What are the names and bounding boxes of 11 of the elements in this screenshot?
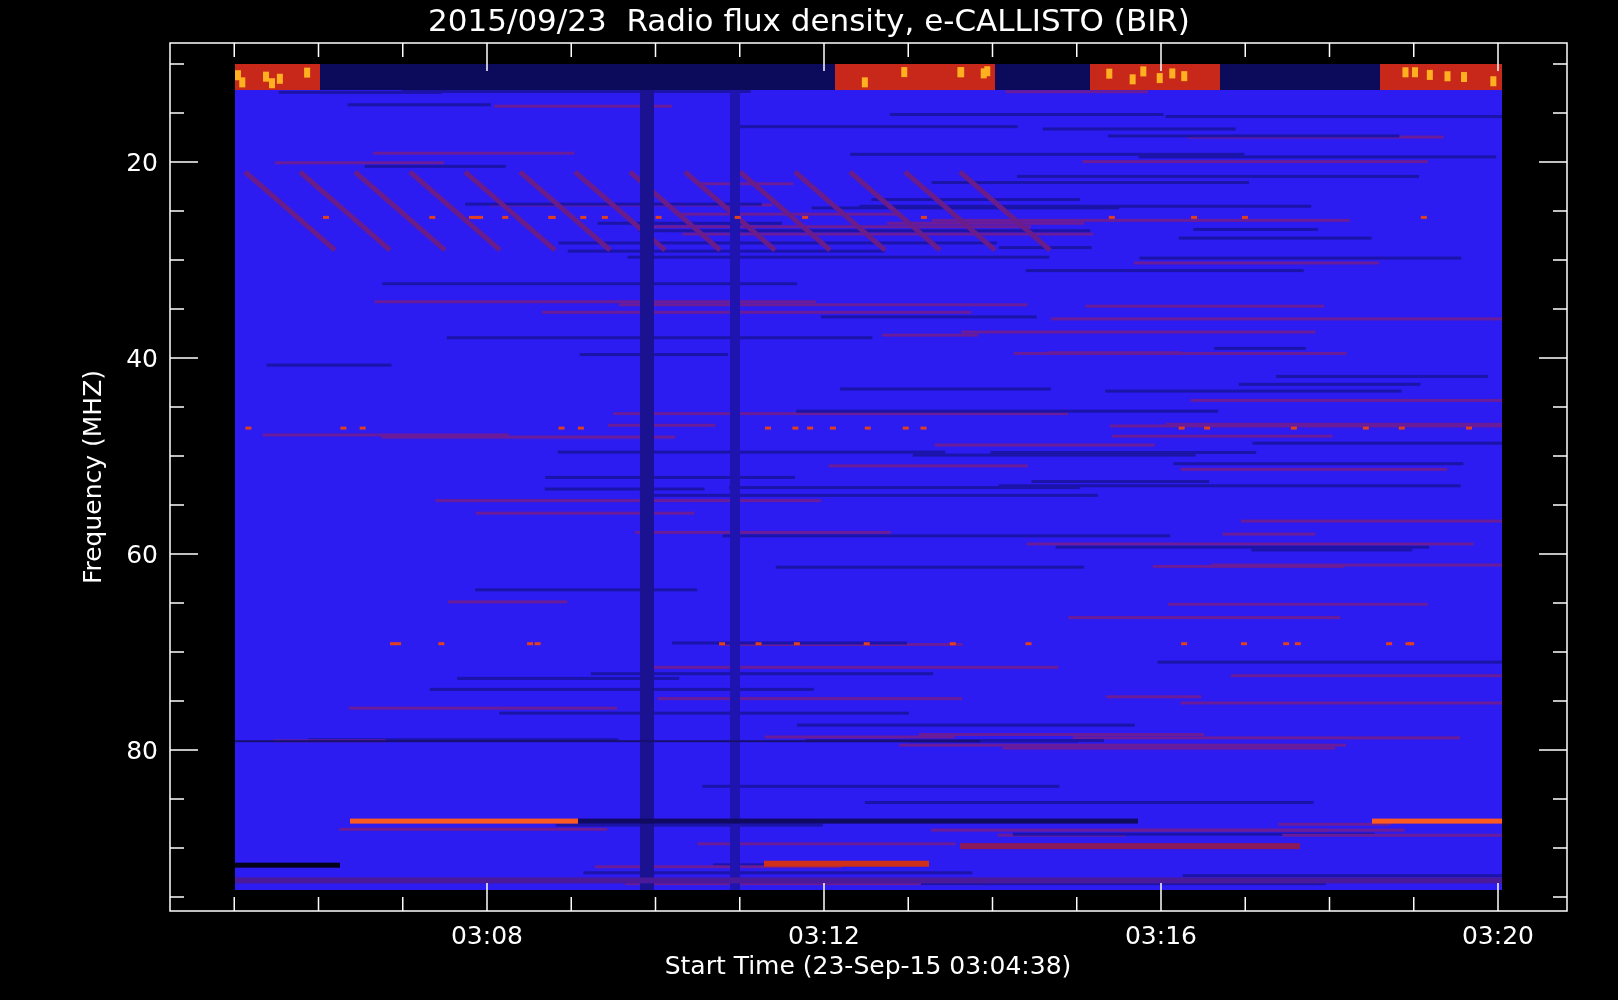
x-tick-label: 03:08: [451, 921, 523, 950]
y-tick-label: 40: [126, 344, 158, 373]
x-tick-label: 03:16: [1125, 921, 1197, 950]
plot-title: 2015/09/23 Radio flux density, e-CALLISTO (BIR): [428, 2, 1190, 38]
y-tick-label: 60: [126, 540, 158, 569]
y-tick-label: 80: [126, 736, 158, 765]
x-tick-label: 03:12: [788, 921, 860, 950]
x-tick-label: 03:20: [1462, 921, 1534, 950]
y-axis-label: Frequency (MHZ): [78, 369, 107, 585]
x-axis-label: Start Time (23-Sep-15 03:04:38): [664, 951, 1072, 980]
y-tick-label: 20: [126, 148, 158, 177]
